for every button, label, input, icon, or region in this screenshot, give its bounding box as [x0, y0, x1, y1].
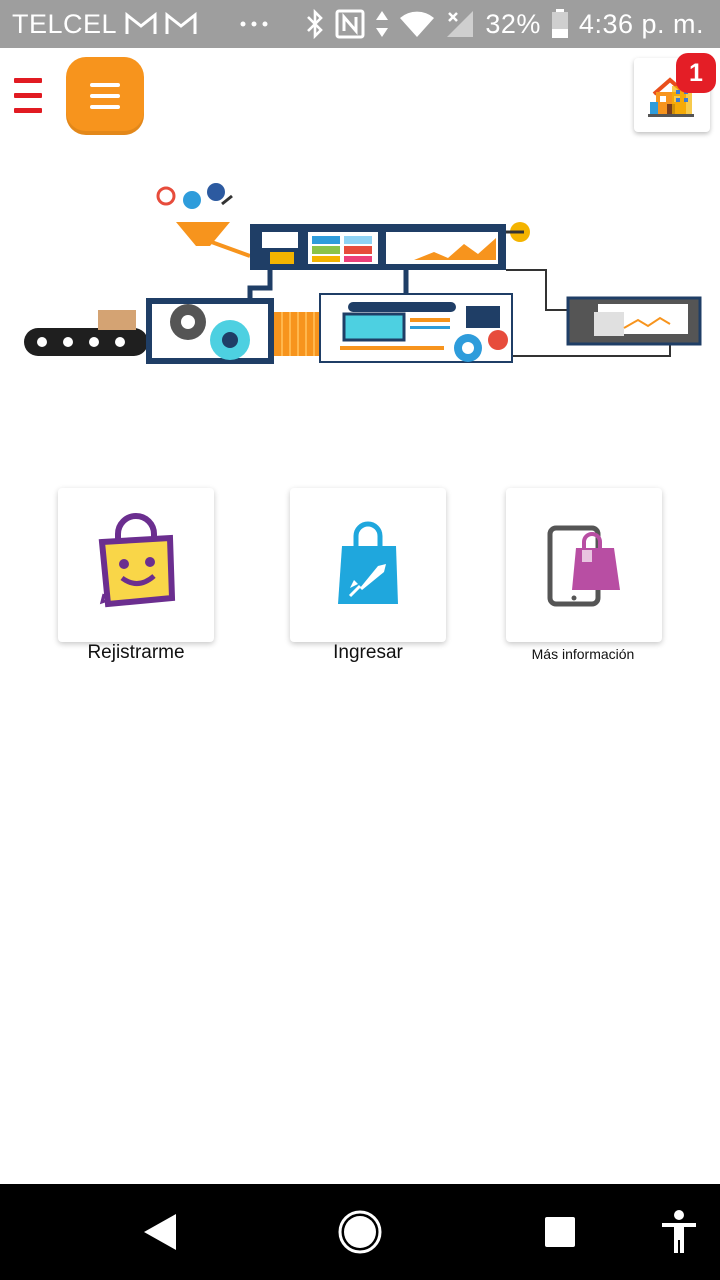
more-info-label: Más información [531, 646, 635, 662]
login-rocket-bag-icon [338, 521, 398, 604]
register-bag-icon [98, 513, 176, 608]
gmail-icon [165, 12, 197, 36]
menu-icon[interactable] [14, 78, 42, 114]
app-logo-menu-icon[interactable] [66, 57, 144, 135]
login-tile[interactable] [290, 488, 446, 642]
carrier-name: TELCEL [12, 8, 118, 39]
signal-icon [445, 9, 475, 39]
nfc-icon [335, 9, 365, 39]
bluetooth-icon [305, 9, 325, 39]
register-label: Rejistrarme [87, 642, 185, 663]
back-icon[interactable] [142, 1212, 178, 1252]
home-icon[interactable] [337, 1209, 383, 1255]
login-label: Ingresar [333, 642, 403, 663]
battery-percentage: 32% [485, 8, 541, 39]
more-info-tile[interactable] [506, 488, 662, 642]
data-transfer-icon [375, 10, 389, 38]
battery-icon [551, 9, 569, 39]
accessibility-icon[interactable] [660, 1210, 698, 1254]
wifi-icon [399, 10, 435, 38]
register-tile[interactable] [58, 488, 214, 642]
factory-illustration [24, 183, 702, 364]
more-notifications-icon [239, 20, 269, 28]
notification-count-badge: 1 [676, 53, 716, 93]
info-phone-bag-icon [547, 525, 620, 607]
gmail-icon [125, 12, 157, 36]
status-bar: TELCEL 32% 4:36 p. m. [0, 0, 720, 48]
clock: 4:36 p. m. [578, 8, 704, 39]
navigation-bar [0, 1184, 720, 1280]
recents-icon[interactable] [544, 1216, 576, 1248]
